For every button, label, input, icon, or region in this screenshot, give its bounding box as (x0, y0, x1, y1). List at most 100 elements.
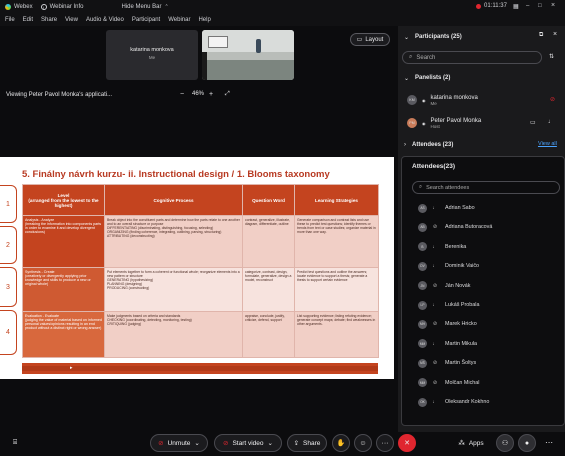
strategy-cell: Predict test questions and outline the a… (294, 267, 379, 312)
expand-icon[interactable]: ⤢ (225, 91, 230, 98)
row-number-1: 1 (0, 185, 17, 223)
door (202, 52, 207, 80)
search-placeholder: Search (416, 54, 436, 61)
sort-icon[interactable]: ⇅ (549, 53, 554, 60)
question-cell: appraise, conclude, justify, criticize, … (242, 311, 295, 358)
popout-icon[interactable]: ⧉ (539, 32, 543, 39)
unmute-button[interactable]: ⊘ Unmute ⌄ (150, 434, 208, 452)
attendee-row[interactable]: LP ♩ Lukáš Probala (418, 298, 479, 312)
share-button[interactable]: ⇪ Share (287, 434, 327, 452)
menu-participant[interactable]: Participant (132, 17, 160, 23)
close-icon[interactable]: × (551, 2, 555, 9)
mic-icon[interactable]: ♩ (548, 119, 554, 125)
avatar: B (418, 242, 427, 252)
table-row: Evaluation - Evaluate (judging the value… (22, 311, 379, 358)
attendee-row[interactable]: AB ⊘ Adriana Butoracová (418, 220, 492, 234)
menu-audio-video[interactable]: Audio & Video (86, 17, 124, 23)
menu-share[interactable]: Share (41, 17, 57, 23)
zoom-level: 46% (192, 91, 205, 97)
layout-icon: ▭ (356, 37, 363, 43)
attendee-row[interactable]: DV ♩ Dominik Vaičo (418, 259, 479, 273)
participant-search-input[interactable]: ⌕ Search (402, 51, 542, 64)
attendee-row[interactable]: OK ♩ Oleksandr Kokhno (418, 395, 489, 409)
avatar: DV (418, 261, 427, 271)
menu-view[interactable]: View (65, 17, 78, 23)
menu-edit[interactable]: Edit (23, 17, 33, 23)
zoom-in-icon[interactable]: + (209, 91, 213, 98)
search-icon: ⌕ (409, 54, 413, 60)
more-vertical-icon[interactable]: ⋯ (545, 438, 553, 447)
webinar-info-label: Webinar Info (49, 4, 84, 10)
mic-status-icon: ♩ (432, 205, 438, 211)
muted-mic-icon[interactable]: ⊘ (550, 96, 555, 103)
attendee-row[interactable]: MM ⊘ Molčan Michal (418, 376, 479, 390)
start-video-button[interactable]: ⊘ Start video ⌄ (214, 434, 282, 452)
attendee-row[interactable]: B ♩ Berenika (418, 240, 466, 254)
hide-menu-bar-button[interactable]: Hide Menu Bar ⌃ (122, 4, 169, 10)
captions-icon[interactable]: ⌸ (13, 439, 17, 447)
attendees-label: Attendees (23) (412, 142, 454, 148)
search-icon: ⌕ (419, 184, 423, 190)
mic-off-icon: ⊘ (158, 440, 164, 447)
collapse-chevron-icon[interactable]: ⌄ (404, 34, 409, 41)
ellipsis-button[interactable]: ··· (376, 434, 394, 452)
attendee-row[interactable]: JN ⊘ Ján Novák (418, 279, 470, 293)
attendees-group-header[interactable]: › Attendees (23) View all (398, 139, 565, 151)
reactions-button[interactable]: ✋ (332, 434, 350, 452)
header-level: Level (arranged from the lowest to the h… (22, 184, 105, 216)
leave-button[interactable]: ✕ (398, 434, 416, 452)
process-cell: Break object into the constituent parts … (104, 215, 243, 268)
meeting-timer: 01:11:37 (484, 3, 507, 9)
menu-help[interactable]: Help (198, 17, 210, 23)
participants-toggle-button[interactable]: ⚇ (496, 434, 514, 452)
presenter-video-tile[interactable] (202, 30, 294, 80)
view-all-link[interactable]: View all (538, 141, 557, 147)
menu-webinar[interactable]: Webinar (168, 17, 190, 23)
menu-file[interactable]: File (5, 17, 15, 23)
webinar-info-button[interactable]: i Webinar Info (40, 4, 84, 10)
panelist-name: katarina monkova (430, 94, 478, 101)
panelist-row[interactable]: KM ◉ katarina monkova Me ⊘ (398, 91, 565, 109)
attendee-row[interactable]: AS ♩ Adrian Sabo (418, 201, 475, 215)
recording-indicator: 01:11:37 (476, 3, 507, 9)
self-video-tile[interactable]: katarina monkova Me (106, 30, 198, 80)
panelists-group-header[interactable]: ⌄ Panelists (2) (398, 72, 565, 84)
attendee-row[interactable]: MŠ ⊘ Martin Šoltys (418, 356, 476, 370)
table-row: Synthesis - Create (creatively or diverg… (22, 267, 379, 312)
level-cell: Synthesis - Create (creatively or diverg… (22, 267, 105, 312)
share-info-bar: Viewing Peter Pavol Monka's applicati...… (0, 88, 398, 102)
unmute-label: Unmute (167, 439, 191, 447)
panelist-row[interactable]: PM ◉ Peter Pavol Monka Host ▭ ♩ (398, 114, 565, 132)
chat-toggle-button[interactable]: ● (518, 434, 536, 452)
apps-button[interactable]: ⁂ Apps (452, 434, 490, 452)
mic-status-icon: ♩ (432, 302, 438, 308)
strategy-cell: List supporting evidence; listing refuti… (294, 311, 379, 358)
layout-label: Layout (365, 36, 384, 43)
self-sub: Me (148, 55, 156, 60)
header-process: Cognitive Process (104, 184, 243, 216)
zoom-out-icon[interactable]: − (180, 91, 184, 98)
video-camera-icon[interactable]: ▭ (530, 119, 536, 126)
mic-status-icon: ⊘ (432, 321, 438, 328)
attendee-row[interactable]: MM ♩ Martin Mikula (418, 337, 477, 351)
attendee-search-input[interactable]: ⌕ Search attendees (412, 181, 560, 194)
maximize-icon[interactable]: □ (538, 3, 542, 9)
grid-icon[interactable]: ▦ (513, 3, 519, 10)
attendee-name: Berenika (445, 243, 467, 250)
slide-footer-inner (22, 366, 378, 371)
minimize-icon[interactable]: – (526, 3, 529, 9)
avatar: LP (418, 300, 427, 310)
chevron-right-icon: › (404, 142, 406, 148)
panel-close-icon[interactable]: × (553, 31, 557, 38)
hide-menu-label: Hide Menu Bar (121, 4, 162, 10)
webex-app-button[interactable]: Webex (5, 4, 33, 10)
mic-status-icon: ⊘ (432, 379, 438, 386)
layout-button[interactable]: ▭ Layout (350, 33, 390, 46)
ellipsis-icon: ··· (381, 439, 389, 447)
mic-status-icon: ⊘ (432, 224, 438, 231)
more-options-button[interactable]: ☺ (354, 434, 372, 452)
attendee-name: Martin Mikula (445, 340, 478, 347)
header-question: Question Word (242, 184, 295, 216)
chevron-down-icon: ⌄ (194, 440, 200, 447)
attendee-row[interactable]: MH ⊘ Marek Hricko (418, 317, 477, 331)
